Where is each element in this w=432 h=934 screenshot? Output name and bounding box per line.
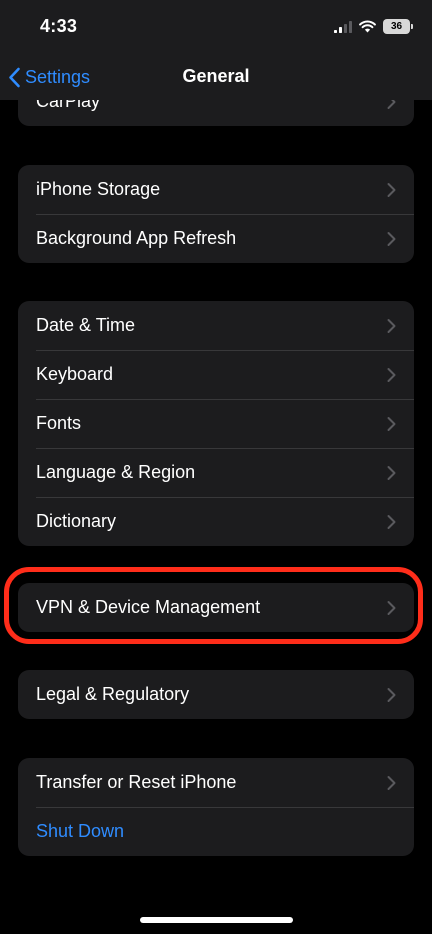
chevron-right-icon bbox=[387, 775, 396, 790]
row-label: Language & Region bbox=[36, 462, 196, 482]
row-label: iPhone Storage bbox=[36, 179, 161, 199]
status-time: 4:33 bbox=[40, 16, 78, 36]
chevron-right-icon bbox=[387, 367, 396, 382]
row-date-time[interactable]: Date & Time bbox=[18, 301, 414, 350]
chevron-right-icon bbox=[387, 514, 396, 529]
page-title: General bbox=[182, 66, 250, 86]
row-label: Date & Time bbox=[36, 315, 136, 335]
status-bar: 4:33 36 bbox=[0, 0, 432, 56]
battery-level: 36 bbox=[390, 21, 403, 32]
battery-icon: 36 bbox=[383, 19, 413, 34]
row-background-app-refresh[interactable]: Background App Refresh bbox=[18, 214, 414, 263]
battery-tip bbox=[411, 24, 413, 29]
chevron-right-icon bbox=[387, 318, 396, 333]
home-indicator[interactable] bbox=[140, 917, 293, 923]
row-label: Keyboard bbox=[36, 364, 114, 384]
group-locale: Date & Time Keyboard Fonts Language & Re… bbox=[18, 301, 414, 546]
row-label: Dictionary bbox=[36, 511, 117, 531]
group-storage: iPhone Storage Background App Refresh bbox=[18, 165, 414, 263]
header: 4:33 36 Settings General bbox=[0, 0, 432, 100]
row-label: Fonts bbox=[36, 413, 82, 433]
group-reset: Transfer or Reset iPhone Shut Down bbox=[18, 758, 414, 856]
row-keyboard[interactable]: Keyboard bbox=[18, 350, 414, 399]
chevron-right-icon bbox=[387, 600, 396, 615]
shut-down-button: Shut Down bbox=[36, 821, 125, 841]
settings-list: CarPlay iPhone Storage Background App Re… bbox=[0, 0, 432, 934]
row-vpn-device-management[interactable]: VPN & Device Management bbox=[18, 583, 414, 632]
chevron-right-icon bbox=[387, 231, 396, 246]
group-legal: Legal & Regulatory bbox=[18, 670, 414, 719]
row-label: Legal & Regulatory bbox=[36, 684, 190, 704]
row-shut-down[interactable]: Shut Down bbox=[18, 807, 414, 856]
chevron-right-icon bbox=[387, 465, 396, 480]
chevron-right-icon bbox=[387, 416, 396, 431]
chevron-right-icon bbox=[387, 687, 396, 702]
row-label: Transfer or Reset iPhone bbox=[36, 772, 237, 792]
row-label: VPN & Device Management bbox=[36, 597, 261, 617]
cellular-signal-icon bbox=[334, 20, 352, 33]
row-dictionary[interactable]: Dictionary bbox=[18, 497, 414, 546]
row-label: Background App Refresh bbox=[36, 228, 237, 248]
row-language-region[interactable]: Language & Region bbox=[18, 448, 414, 497]
row-transfer-reset[interactable]: Transfer or Reset iPhone bbox=[18, 758, 414, 807]
status-icons: 36 bbox=[334, 19, 413, 34]
group-vpn: VPN & Device Management bbox=[18, 583, 414, 632]
nav-bar: Settings General bbox=[0, 56, 432, 100]
wifi-icon bbox=[359, 20, 376, 33]
chevron-right-icon bbox=[387, 182, 396, 197]
row-legal-regulatory[interactable]: Legal & Regulatory bbox=[18, 670, 414, 719]
row-iphone-storage[interactable]: iPhone Storage bbox=[18, 165, 414, 214]
row-fonts[interactable]: Fonts bbox=[18, 399, 414, 448]
